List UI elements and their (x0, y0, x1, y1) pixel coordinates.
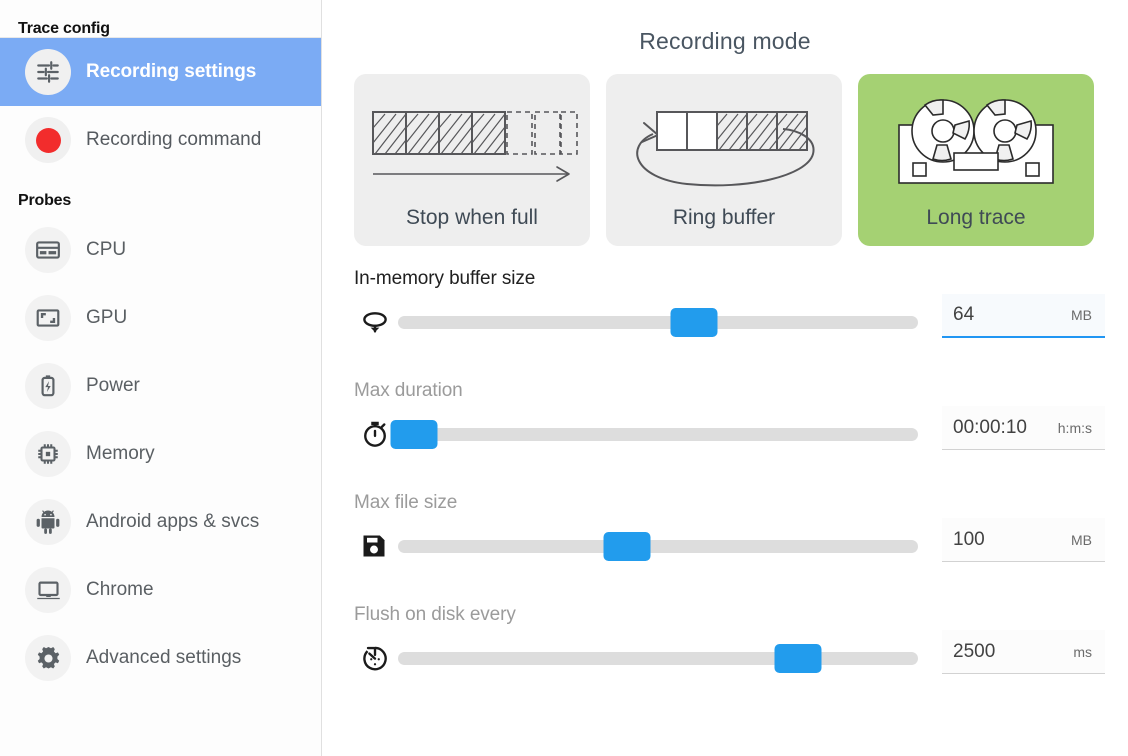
slider-row-flush-on-disk-every: Flush on disk every 2500 ms (322, 604, 1128, 716)
android-robot-icon (25, 499, 71, 545)
mode-card-long-trace[interactable]: Long trace (858, 74, 1094, 246)
probe-label: Memory (86, 443, 155, 464)
settings-sliders: In-memory buffer size 64 MB Max duration… (322, 246, 1128, 716)
loop-arrow-icon (354, 307, 398, 337)
slider-thumb[interactable] (603, 531, 651, 561)
sidebar-item-advanced-settings[interactable]: Advanced settings (0, 624, 321, 692)
cpu-chip-icon (25, 227, 71, 273)
sidebar-item-memory[interactable]: Memory (0, 420, 321, 488)
ring-buffer-loop-icon (606, 90, 842, 206)
linear-buffer-arrow-icon (354, 90, 590, 206)
mode-card-label: Ring buffer (672, 206, 776, 229)
sidebar-item-power[interactable]: Power (0, 352, 321, 420)
probe-label: Advanced settings (86, 647, 242, 668)
unit-label: MB (1071, 531, 1092, 548)
mode-card-label: Long trace (926, 206, 1026, 229)
slider-row-max-file-size: Max file size 100 MB (322, 492, 1128, 604)
sidebar: Trace config Recording settings Recordin… (0, 0, 322, 756)
battery-bolt-icon (25, 363, 71, 409)
mode-card-stop-when-full[interactable]: Stop when full (354, 74, 590, 246)
main-panel: Recording mode Stop when full Ring buffe… (322, 0, 1128, 756)
slider-track (398, 427, 918, 441)
record-dot-shape (35, 127, 61, 153)
slider-thumb[interactable] (670, 307, 718, 337)
unit-label: ms (1073, 643, 1092, 660)
timer-history-icon (354, 643, 398, 673)
tape-reel-icon (858, 90, 1094, 206)
tune-sliders-icon (25, 49, 71, 95)
probe-label: GPU (86, 307, 128, 328)
slider-row-in-memory-buffer-size: In-memory buffer size 64 MB (322, 268, 1128, 380)
unit-label: MB (1071, 307, 1092, 323)
slider-track (398, 539, 918, 553)
sidebar-item-chrome[interactable]: Chrome (0, 556, 321, 624)
gpu-display-icon (25, 295, 71, 341)
slider-max-duration[interactable] (390, 417, 918, 451)
mode-card-label: Stop when full (406, 206, 538, 229)
sidebar-item-android-apps-svcs[interactable]: Android apps & svcs (0, 488, 321, 556)
record-dot-icon (25, 117, 71, 163)
sidebar-item-cpu[interactable]: CPU (0, 216, 321, 284)
value-field-max-file-size[interactable]: 100 MB (942, 518, 1105, 562)
slider-row-max-duration: Max duration 00:00:10 h:m:s (322, 380, 1128, 492)
sidebar-title: Trace config (18, 20, 110, 37)
page-title: Recording mode (639, 28, 811, 54)
floppy-disk-icon (354, 532, 398, 560)
sidebar-item-recording-settings[interactable]: Recording settings (0, 38, 321, 106)
probe-label: Chrome (86, 579, 154, 600)
recording-mode-options: Stop when full Ring buffer Long trace (322, 55, 1128, 246)
value-field-max-duration[interactable]: 00:00:10 h:m:s (942, 406, 1105, 450)
laptop-icon (25, 567, 71, 613)
slider-thumb[interactable] (390, 419, 438, 449)
sidebar-item-recording-command[interactable]: Recording command (0, 106, 321, 174)
sidebar-item-label: Recording command (86, 129, 262, 150)
slider-in-memory-buffer-size[interactable] (398, 305, 918, 339)
value-text: 100 (953, 528, 985, 550)
gear-icon (25, 635, 71, 681)
sidebar-item-gpu[interactable]: GPU (0, 284, 321, 352)
value-text: 64 (953, 304, 975, 325)
mode-card-ring-buffer[interactable]: Ring buffer (606, 74, 842, 246)
sidebar-item-label: Recording settings (86, 61, 257, 82)
probe-label: Power (86, 375, 140, 396)
probe-label: CPU (86, 239, 127, 260)
value-text: 00:00:10 (953, 416, 1027, 438)
unit-label: h:m:s (1057, 419, 1092, 436)
slider-track (398, 651, 918, 665)
probe-label: Android apps & svcs (86, 511, 260, 532)
trace-config-page: Trace config Recording settings Recordin… (0, 0, 1128, 756)
value-text: 2500 (953, 640, 996, 662)
slider-flush-on-disk-every[interactable] (398, 641, 918, 675)
slider-thumb[interactable] (774, 643, 822, 673)
slider-track (398, 315, 918, 329)
memory-chip-icon (25, 431, 71, 477)
value-field-flush-on-disk-every[interactable]: 2500 ms (942, 630, 1105, 674)
probes-heading: Probes (18, 192, 72, 209)
value-field-in-memory-buffer-size[interactable]: 64 MB (942, 294, 1105, 338)
slider-max-file-size[interactable] (398, 529, 918, 563)
